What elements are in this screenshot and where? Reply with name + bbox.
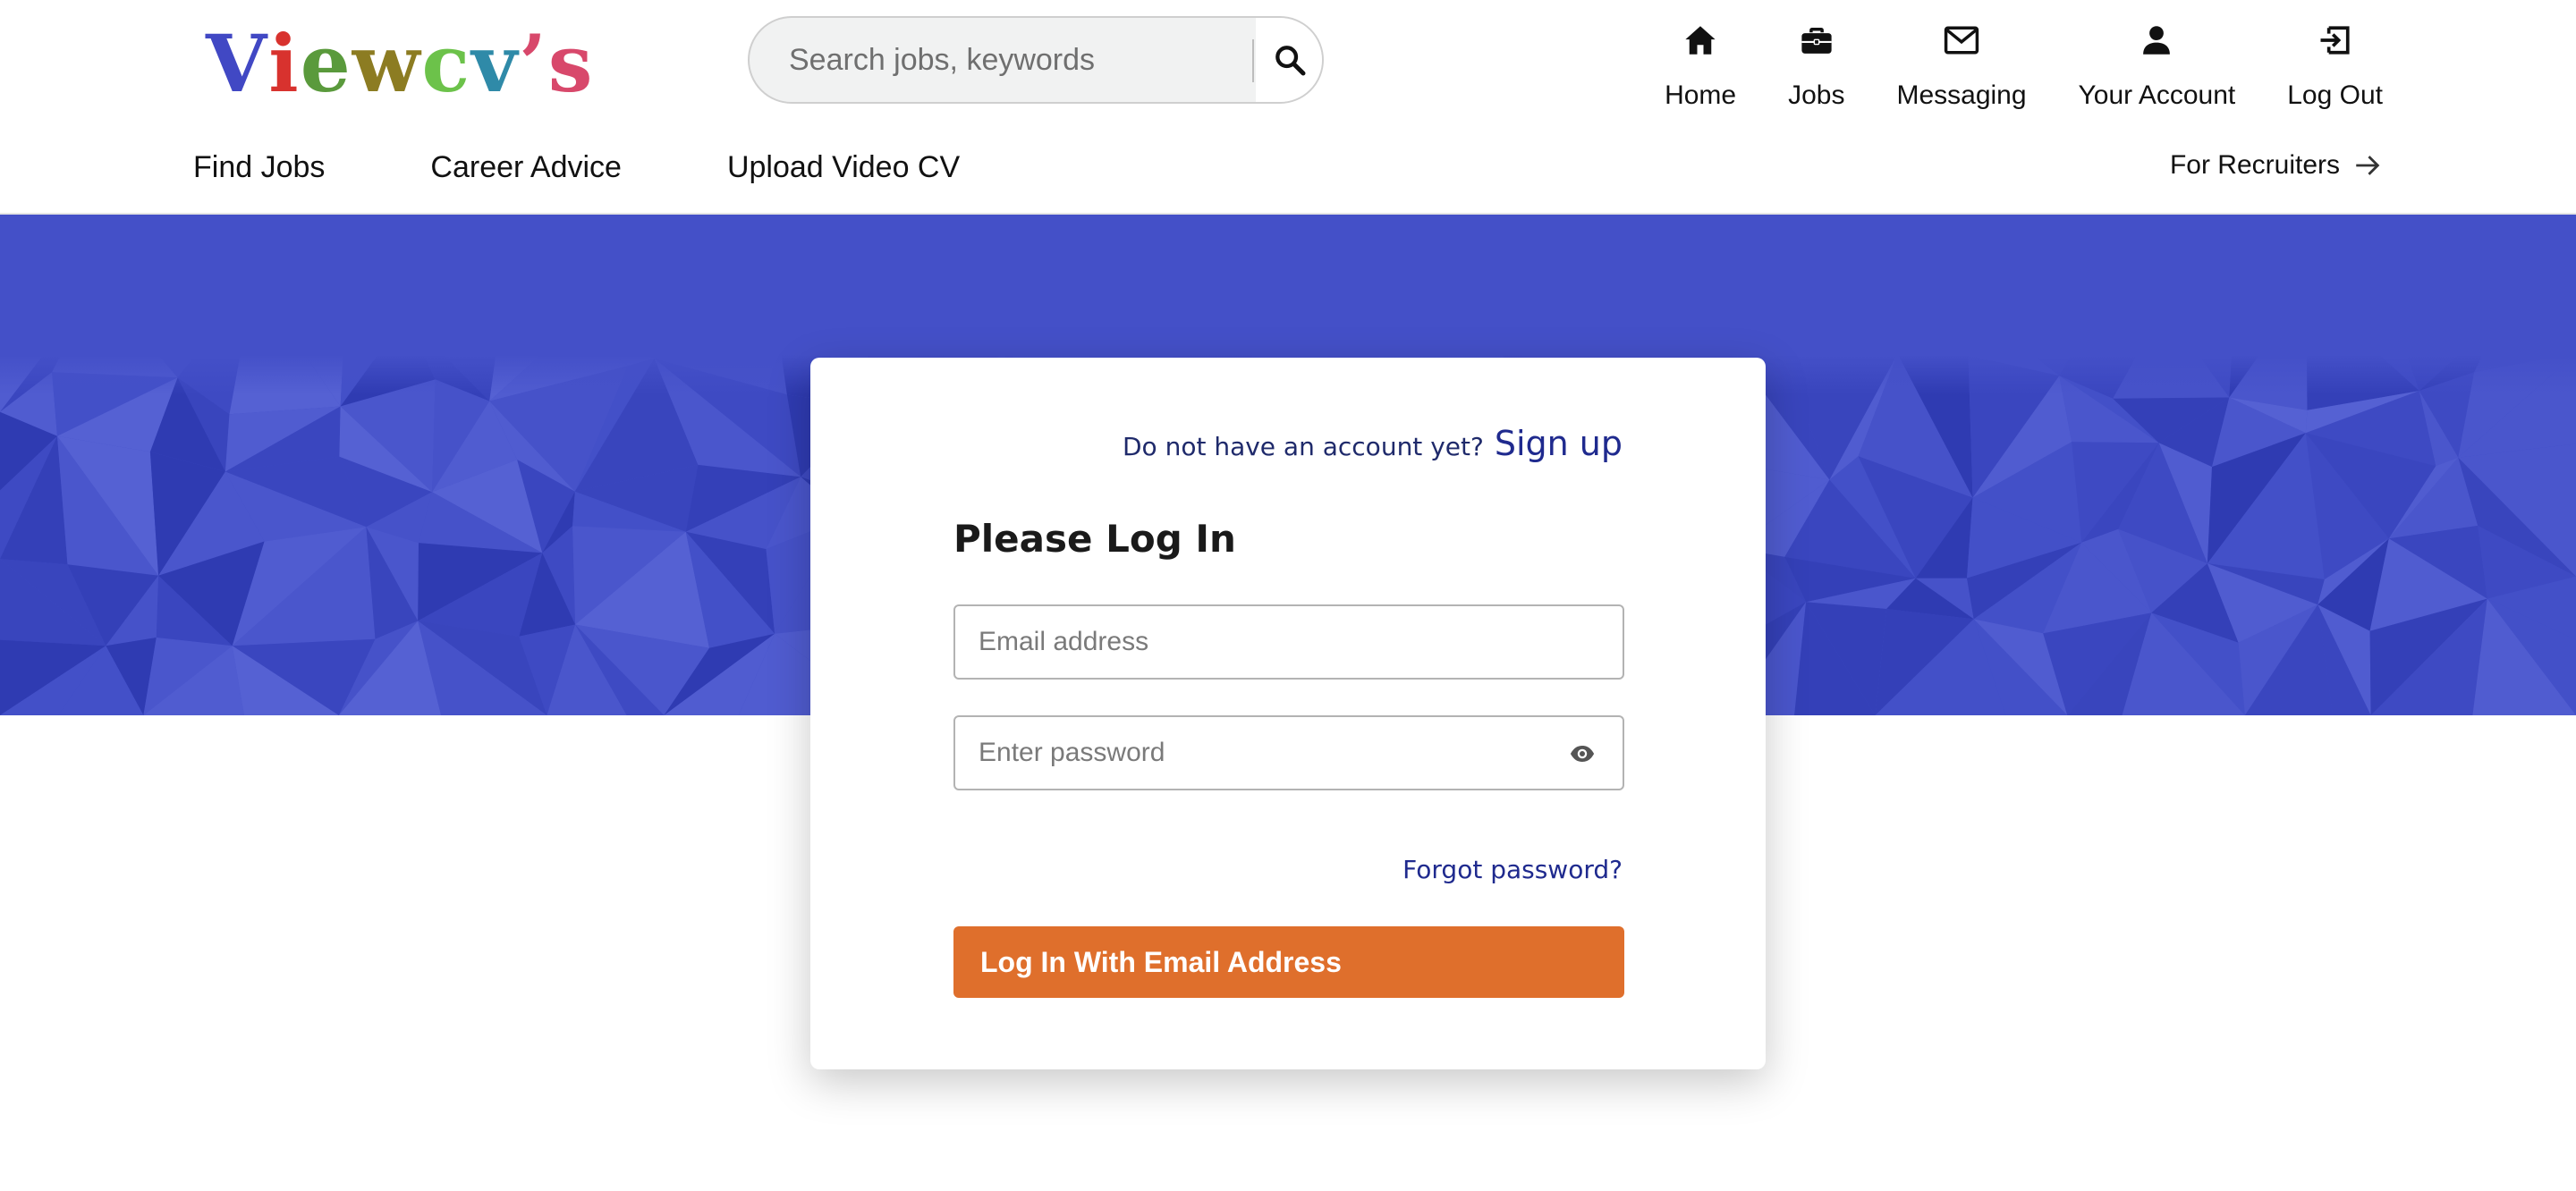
password-field-wrapper [953, 715, 1624, 790]
subnav-upload-video-cv[interactable]: Upload Video CV [727, 150, 960, 185]
forgot-password-link[interactable]: Forgot password? [1402, 855, 1623, 884]
search-bar [748, 16, 1324, 104]
password-field[interactable] [955, 717, 1623, 789]
site-header: V i e w c v ’ s Home [0, 0, 2576, 215]
search-button[interactable] [1256, 18, 1322, 102]
nav-jobs[interactable]: Jobs [1788, 16, 1844, 114]
logout-icon [2320, 26, 2350, 55]
logo-letter: V [206, 17, 269, 110]
nav-home[interactable]: Home [1665, 16, 1736, 114]
eye-icon[interactable] [1569, 740, 1596, 767]
site-logo[interactable]: V i e w c v ’ s [206, 14, 594, 113]
top-nav: Home Jobs Messaging Your Account Log Out [1665, 16, 2383, 114]
logo-letter: v [471, 17, 520, 110]
nav-logout-label: Log Out [2287, 80, 2383, 110]
nav-messaging-label: Messaging [1896, 80, 2027, 110]
search-input[interactable] [750, 18, 1250, 102]
for-recruiters-link[interactable]: For Recruiters [2170, 150, 2383, 181]
home-icon [1685, 26, 1716, 55]
logo-letter: s [547, 17, 595, 110]
login-title: Please Log In [953, 517, 1236, 561]
nav-home-label: Home [1665, 80, 1737, 110]
email-field-wrapper [953, 604, 1624, 680]
briefcase-icon [1801, 28, 1832, 54]
login-card: Do not have an account yet? Sign up Plea… [810, 358, 1766, 1069]
signup-row: Do not have an account yet? Sign up [1123, 424, 1623, 463]
signup-link[interactable]: Sign up [1495, 424, 1623, 463]
login-email-button[interactable]: Log In With Email Address [953, 926, 1624, 998]
arrow-right-icon [2356, 156, 2380, 175]
subnav-career-advice[interactable]: Career Advice [430, 150, 622, 185]
envelope-icon [1944, 26, 1979, 55]
nav-jobs-label: Jobs [1788, 80, 1845, 110]
nav-account[interactable]: Your Account [2078, 16, 2236, 114]
logo-letter: e [300, 17, 352, 110]
for-recruiters-label: For Recruiters [2169, 150, 2340, 180]
email-field[interactable] [955, 606, 1623, 678]
nav-logout[interactable]: Log Out [2287, 16, 2383, 114]
logo-letter: i [268, 17, 301, 110]
nav-messaging[interactable]: Messaging [1896, 16, 2027, 114]
logo-letter: c [421, 17, 472, 110]
search-divider [1252, 39, 1254, 82]
user-icon [2143, 26, 2171, 55]
sub-nav: Find Jobs Career Advice Upload Video CV [193, 150, 960, 185]
signup-prompt: Do not have an account yet? [1122, 432, 1484, 461]
nav-account-label: Your Account [2078, 80, 2236, 110]
logo-letter: w [352, 17, 422, 110]
logo-letter: ’ [519, 17, 548, 110]
search-icon [1275, 46, 1306, 76]
subnav-find-jobs[interactable]: Find Jobs [193, 150, 325, 185]
